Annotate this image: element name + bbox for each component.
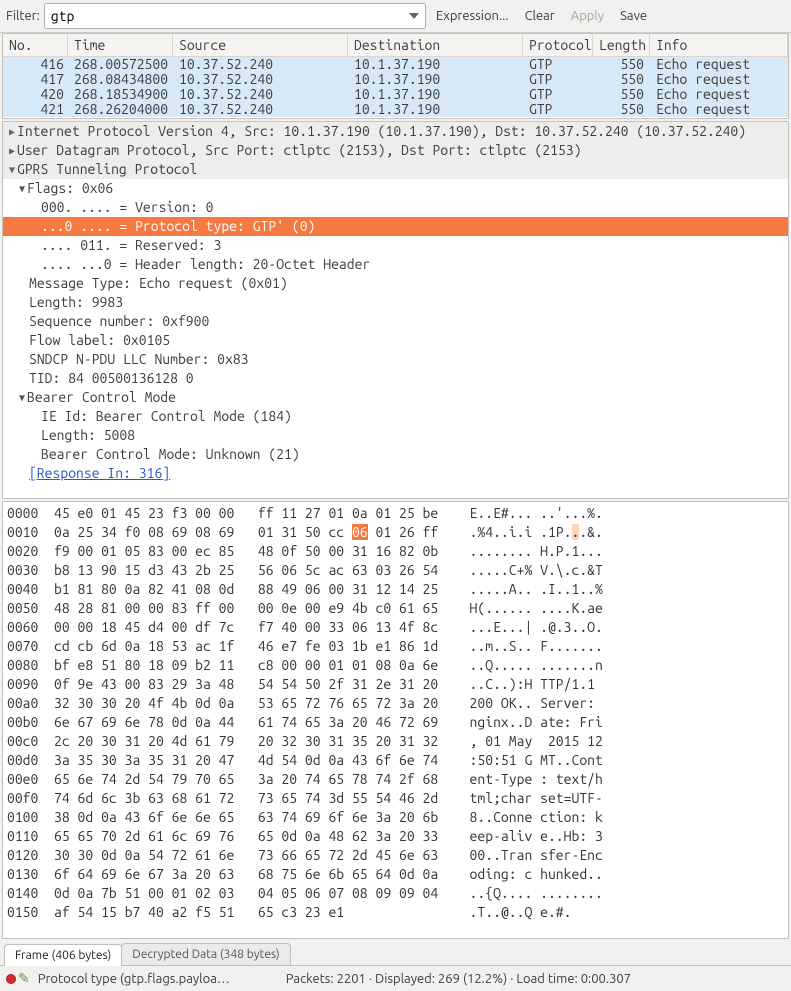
filter-dropdown-icon[interactable] xyxy=(405,7,423,25)
filter-input-wrap[interactable] xyxy=(44,3,426,29)
tree-version[interactable]: 000. .... = Version: 0 xyxy=(3,198,788,217)
tab-decrypted[interactable]: Decrypted Data (348 bytes) xyxy=(121,943,290,965)
tree-response-in[interactable]: [Response In: 316] xyxy=(3,464,788,483)
tree-protocol-type[interactable]: ...0 .... = Protocol type: GTP' (0) xyxy=(3,217,788,236)
filter-input[interactable] xyxy=(51,8,405,24)
tree-seq[interactable]: Sequence number: 0xf900 xyxy=(3,312,788,331)
tree-bcm-len[interactable]: Length: 5008 xyxy=(3,426,788,445)
status-field: Protocol type (gtp.flags.payloa… xyxy=(38,972,278,986)
expression-button[interactable]: Expression... xyxy=(430,6,515,26)
col-destination[interactable]: Destination xyxy=(348,34,523,56)
col-no[interactable]: No. xyxy=(3,34,68,56)
status-bar: ✎ Protocol type (gtp.flags.payloa… Packe… xyxy=(0,966,791,991)
tree-length[interactable]: Length: 9983 xyxy=(3,293,788,312)
save-button[interactable]: Save xyxy=(614,6,653,26)
packet-row[interactable]: 416268.0057250010.37.52.24010.1.37.190GT… xyxy=(3,57,788,72)
packet-list[interactable]: No. Time Source Destination Protocol Len… xyxy=(2,33,789,119)
tree-tid[interactable]: TID: 84 00500136128 0 xyxy=(3,369,788,388)
packet-row[interactable]: 420268.1853490010.37.52.24010.1.37.190GT… xyxy=(3,87,788,102)
filter-toolbar: Filter: Expression... Clear Apply Save xyxy=(0,0,791,33)
record-icon xyxy=(6,974,16,984)
col-time[interactable]: Time xyxy=(68,34,173,56)
tab-frame[interactable]: Frame (406 bytes) xyxy=(4,944,122,966)
capture-indicator[interactable]: ✎ xyxy=(6,970,30,987)
tree-sndcp[interactable]: SNDCP N-PDU LLC Number: 0x83 xyxy=(3,350,788,369)
col-length[interactable]: Length xyxy=(593,34,650,56)
apply-button[interactable]: Apply xyxy=(565,6,610,26)
packet-row[interactable]: 421268.2620400010.37.52.24010.1.37.190GT… xyxy=(3,102,788,117)
filter-label: Filter: xyxy=(6,9,40,23)
clear-button[interactable]: Clear xyxy=(519,6,561,26)
tree-flags[interactable]: ▼Flags: 0x06 xyxy=(3,179,788,198)
tree-bcm[interactable]: ▼Bearer Control Mode xyxy=(3,388,788,407)
tree-bcm-mode[interactable]: Bearer Control Mode: Unknown (21) xyxy=(3,445,788,464)
tree-ieid[interactable]: IE Id: Bearer Control Mode (184) xyxy=(3,407,788,426)
col-info[interactable]: Info xyxy=(650,34,788,56)
byte-view-tabs: Frame (406 bytes) Decrypted Data (348 by… xyxy=(0,939,791,966)
packet-list-header: No. Time Source Destination Protocol Len… xyxy=(3,34,788,57)
edit-icon: ✎ xyxy=(18,970,30,987)
tree-ip[interactable]: ▶Internet Protocol Version 4, Src: 10.1.… xyxy=(3,122,788,141)
col-source[interactable]: Source xyxy=(173,34,348,56)
hex-dump[interactable]: 0000 45 e0 01 45 23 f3 00 00 ff 11 27 01… xyxy=(2,501,789,939)
col-protocol[interactable]: Protocol xyxy=(523,34,593,56)
packet-row[interactable]: 417268.0843480010.37.52.24010.1.37.190GT… xyxy=(3,72,788,87)
protocol-tree[interactable]: ▶Internet Protocol Version 4, Src: 10.1.… xyxy=(2,121,789,499)
tree-msgtype[interactable]: Message Type: Echo request (0x01) xyxy=(3,274,788,293)
status-stats: Packets: 2201 · Displayed: 269 (12.2%) ·… xyxy=(286,972,785,986)
tree-udp[interactable]: ▶User Datagram Protocol, Src Port: ctlpt… xyxy=(3,141,788,160)
tree-gtp[interactable]: ▼GPRS Tunneling Protocol xyxy=(3,160,788,179)
tree-header-length[interactable]: .... ...0 = Header length: 20-Octet Head… xyxy=(3,255,788,274)
tree-reserved[interactable]: .... 011. = Reserved: 3 xyxy=(3,236,788,255)
tree-flow[interactable]: Flow label: 0x0105 xyxy=(3,331,788,350)
